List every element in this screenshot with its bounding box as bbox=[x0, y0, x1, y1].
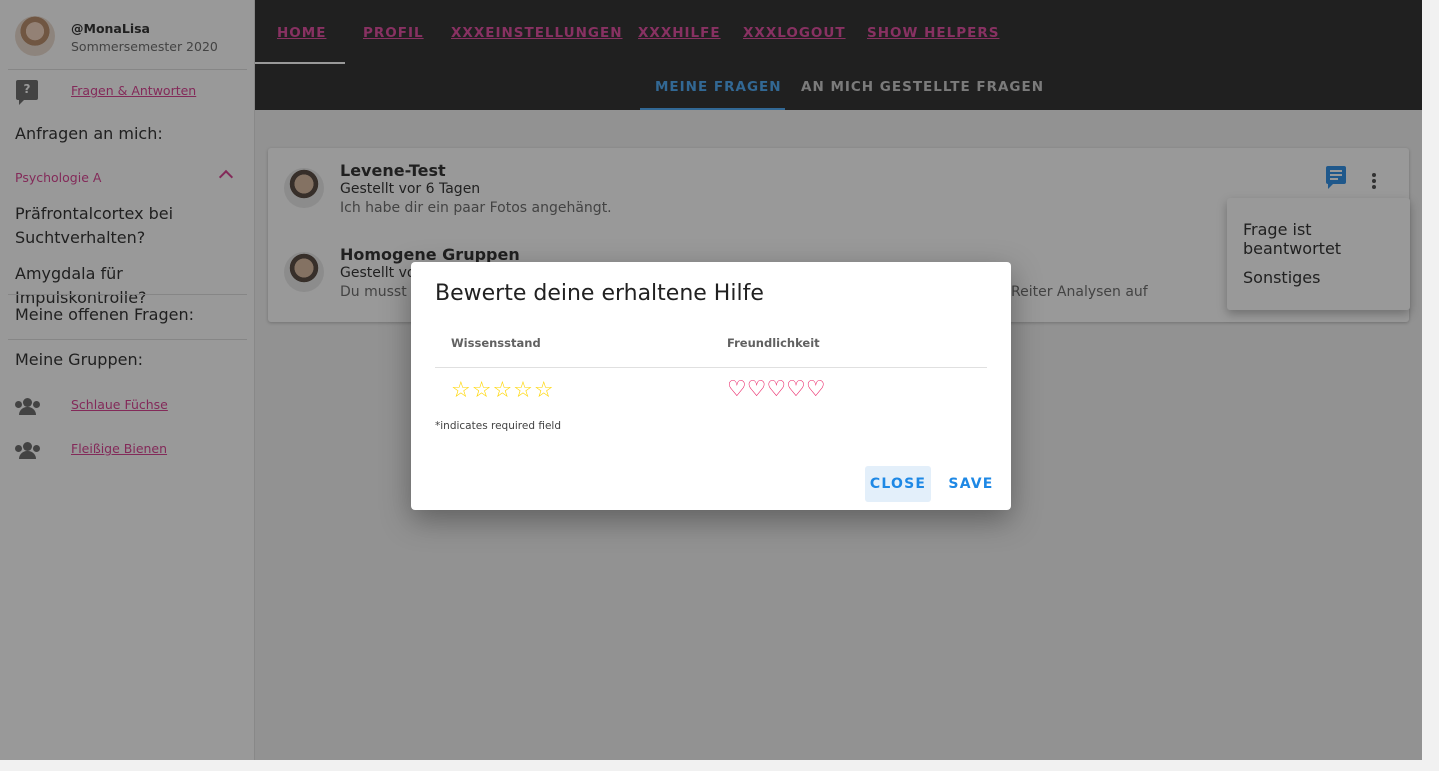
column-header-freundlichkeit: Freundlichkeit bbox=[727, 336, 820, 350]
required-note: *indicates required field bbox=[435, 420, 561, 432]
save-button[interactable]: SAVE bbox=[943, 466, 999, 502]
dialog-title: Bewerte deine erhaltene Hilfe bbox=[435, 281, 764, 306]
vertical-scrollbar[interactable] bbox=[1422, 0, 1439, 771]
horizontal-scrollbar[interactable] bbox=[0, 760, 1422, 771]
heart-rating[interactable]: ♡♡♡♡♡ bbox=[727, 377, 826, 402]
divider bbox=[435, 367, 987, 368]
star-rating[interactable]: ☆☆☆☆☆ bbox=[451, 378, 555, 403]
column-header-wissensstand: Wissensstand bbox=[451, 336, 541, 350]
rating-dialog: Bewerte deine erhaltene Hilfe Wissenssta… bbox=[411, 262, 1011, 510]
close-button[interactable]: CLOSE bbox=[865, 466, 931, 502]
